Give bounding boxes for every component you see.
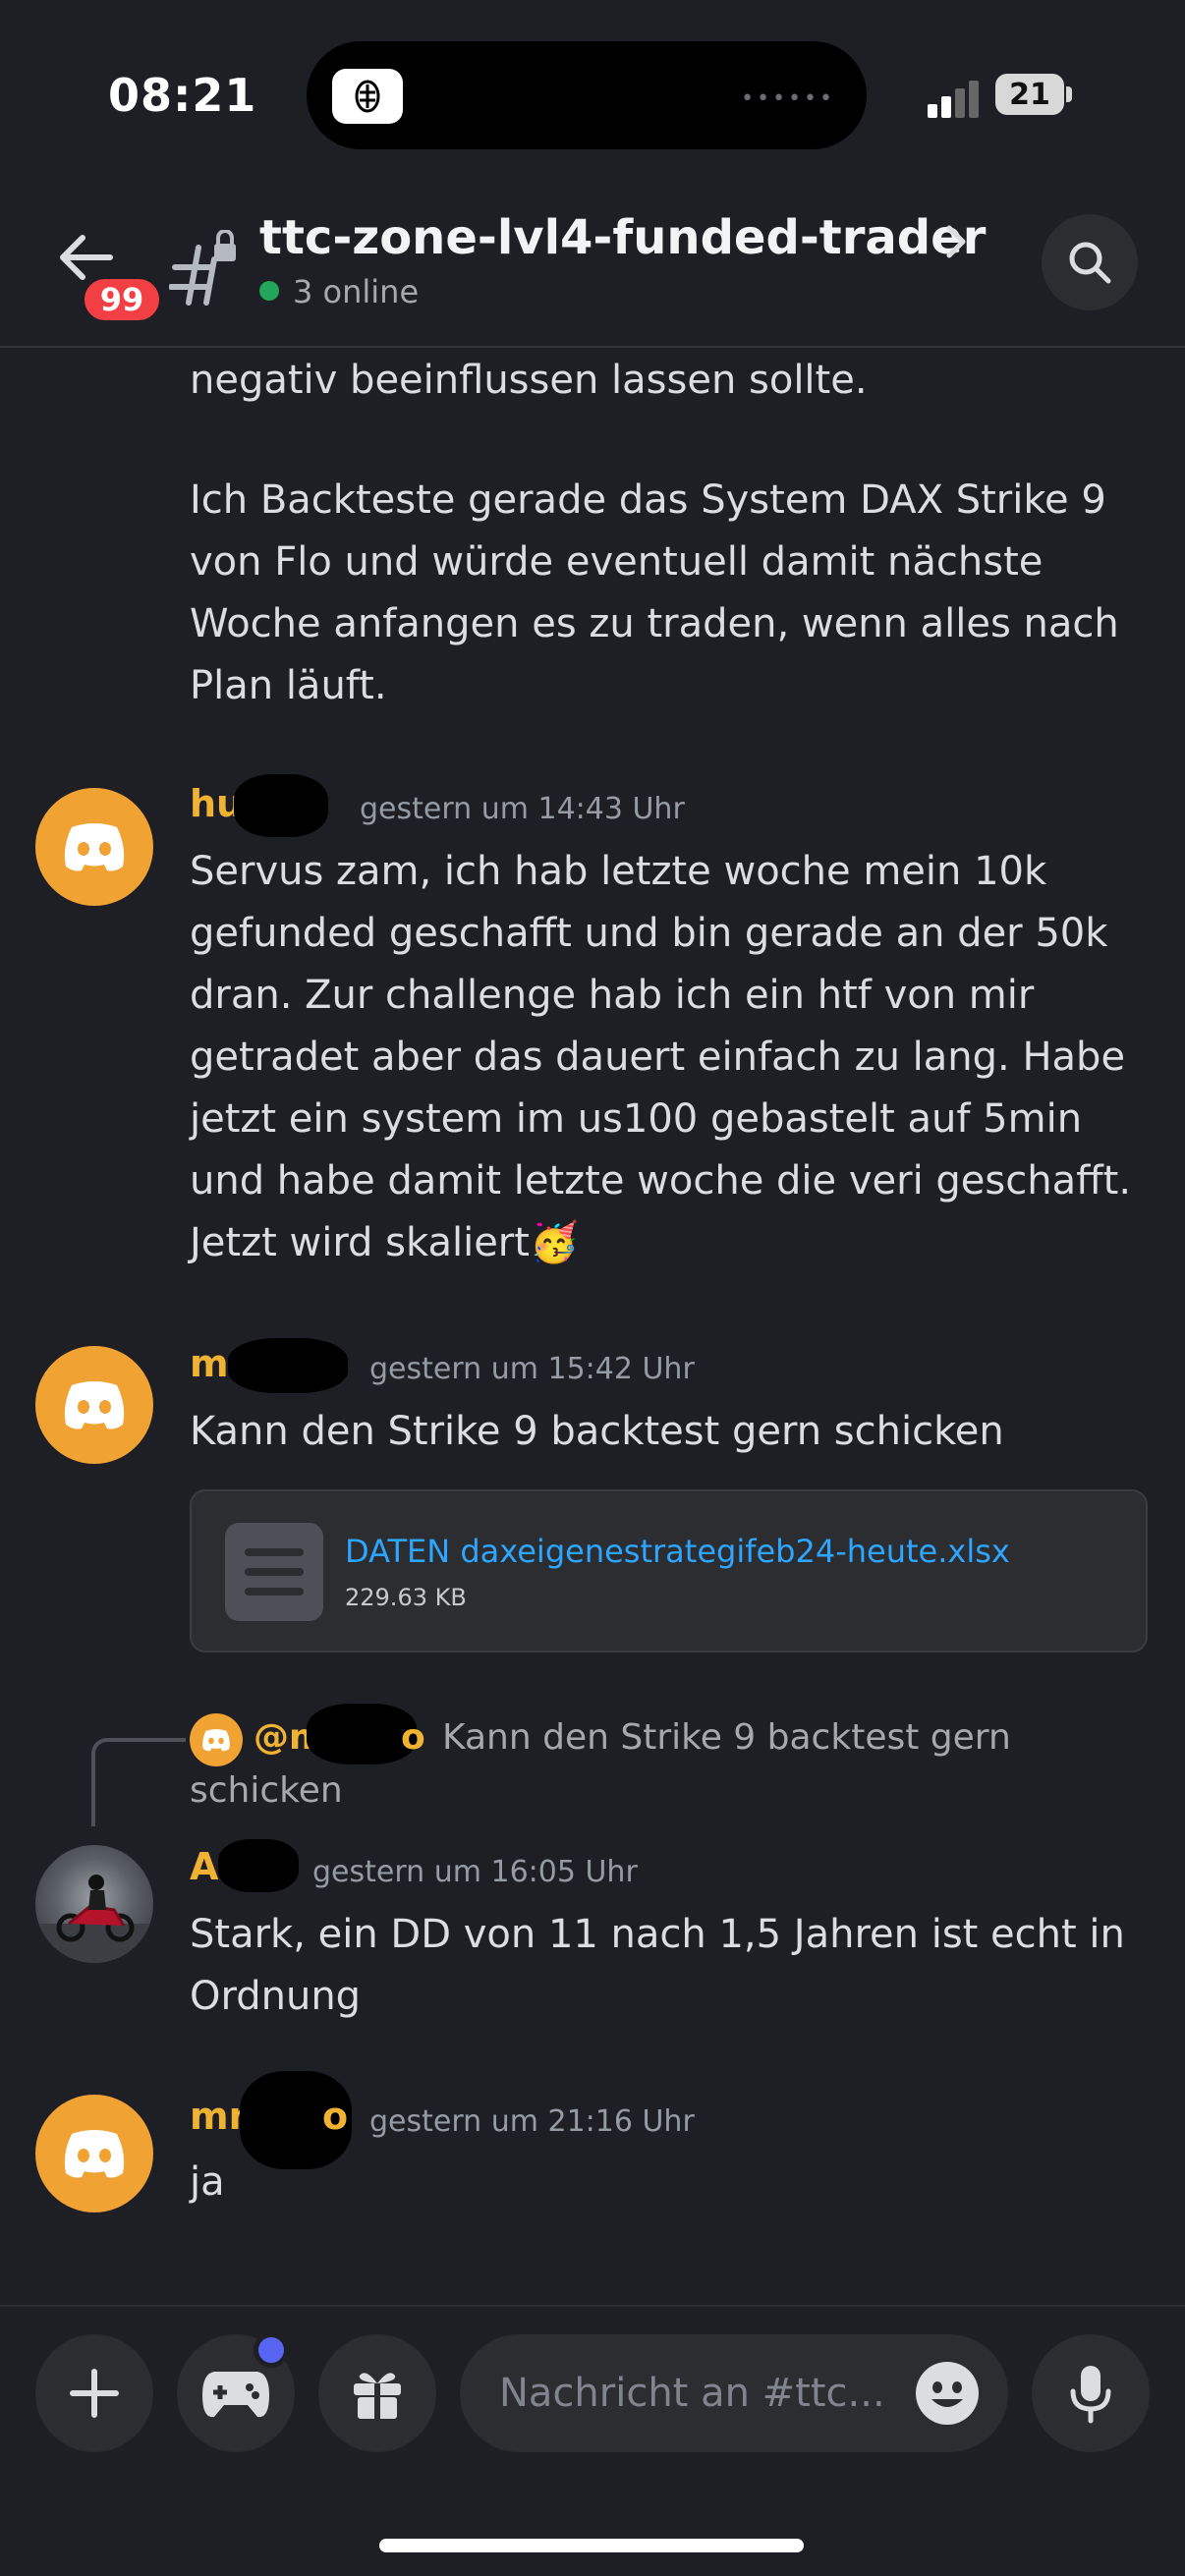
message-input[interactable] — [499, 2364, 912, 2423]
battery-indicator: 21 — [995, 74, 1064, 115]
gamepad-icon — [202, 2372, 269, 2418]
app-activity-icon — [332, 69, 403, 124]
microphone-icon — [1070, 2366, 1111, 2424]
message-text-line: gefunded geschafft und bin gerade an der… — [190, 911, 1108, 956]
timestamp: gestern um 16:05 Uhr — [312, 1855, 638, 1889]
timestamp: gestern um 15:42 Uhr — [369, 1352, 695, 1386]
timestamp: gestern um 21:16 Uhr — [369, 2104, 695, 2139]
username-end[interactable]: o — [322, 2095, 348, 2138]
reply-preview-cont[interactable]: schicken — [190, 1770, 343, 1811]
reply-avatar[interactable] — [190, 1713, 243, 1766]
message-text-line: negativ beeinflussen lassen sollte. — [190, 358, 868, 403]
status-bar: 08:21 •••••• 21 — [0, 0, 1185, 187]
gift-button[interactable] — [318, 2334, 436, 2452]
message-text: Kann den Strike 9 backtest gern schicken — [190, 1409, 1004, 1454]
message-text-line: dran. Zur challenge hab ich ein htf von … — [190, 973, 1035, 1018]
gift-icon — [354, 2373, 401, 2419]
message-text-line: Ordnung — [190, 1974, 362, 2019]
add-attachment-button[interactable] — [35, 2334, 153, 2452]
file-name-link[interactable]: DATEN daxeigenestrategifeb24-heute.xlsx — [345, 1533, 1010, 1570]
redaction-mark — [234, 774, 328, 837]
message-text: Jetzt wird skaliert — [190, 1220, 530, 1265]
channel-header: 99 ttc-zone-lvl4-funded-trader 3 online — [0, 187, 1185, 348]
reply-username-end[interactable]: o — [401, 1717, 425, 1758]
online-status-dot — [259, 281, 279, 301]
motorcycle-rider-photo-icon — [35, 1875, 153, 1963]
activity-notification-dot — [254, 2332, 289, 2368]
discord-logo-icon — [202, 1729, 230, 1752]
smiley-face-icon — [916, 2362, 979, 2425]
message-text-line: Woche anfangen es zu traden, wenn alles … — [190, 601, 1119, 646]
message-text-line: Servus zam, ich hab letzte woche mein 10… — [190, 849, 1047, 894]
discord-logo-icon — [64, 2130, 125, 2178]
reply-preview[interactable]: Kann den Strike 9 backtest gern — [442, 1717, 1011, 1758]
chevron-right-icon[interactable] — [941, 222, 971, 261]
message-input-wrapper — [460, 2334, 1008, 2452]
message-text-line: von Flo und würde eventuell damit nächst… — [190, 539, 1044, 585]
message-text-line: und habe damit letzte woche die veri ges… — [190, 1158, 1132, 1204]
message-list[interactable]: negativ beeinflussen lassen sollte. Ich … — [0, 350, 1185, 2305]
dynamic-island: •••••• — [307, 41, 867, 149]
plus-icon — [70, 2369, 119, 2418]
locked-channel-hash-icon — [168, 229, 240, 308]
unread-badge: 99 — [81, 275, 163, 324]
island-dots-icon: •••••• — [741, 86, 835, 111]
home-indicator[interactable] — [379, 2539, 804, 2552]
file-size: 229.63 KB — [345, 1584, 467, 1611]
redaction-mark — [228, 1338, 348, 1393]
search-icon — [1069, 242, 1111, 284]
search-button[interactable] — [1042, 214, 1138, 310]
message-text-line: getradet aber das dauert einfach zu lang… — [190, 1035, 1126, 1080]
timestamp: gestern um 14:43 Uhr — [360, 792, 685, 826]
signal-icon — [928, 79, 987, 118]
message-text: ja — [190, 2159, 225, 2205]
channel-title[interactable]: ttc-zone-lvl4-funded-trader — [259, 210, 986, 265]
discord-logo-icon — [64, 1381, 125, 1429]
clock: 08:21 — [108, 69, 257, 122]
avatar[interactable] — [35, 1346, 153, 1464]
discord-logo-icon — [64, 823, 125, 871]
online-count: 3 online — [293, 273, 420, 310]
message-text-line: Jetzt wird skaliert🥳 — [190, 1212, 1153, 1274]
battery-tip — [1066, 86, 1072, 102]
avatar[interactable] — [35, 1845, 153, 1963]
composer-bar — [0, 2305, 1185, 2576]
party-face-emoji[interactable]: 🥳 — [530, 1220, 579, 1265]
reply-connector — [91, 1738, 186, 1826]
message-text-line: jetzt ein system im us100 gebastelt auf … — [190, 1096, 1083, 1142]
voice-message-button[interactable] — [1032, 2334, 1150, 2452]
document-icon — [225, 1523, 323, 1621]
avatar[interactable] — [35, 788, 153, 906]
avatar[interactable] — [35, 2095, 153, 2212]
message-text-line: Stark, ein DD von 11 nach 1,5 Jahren ist… — [190, 1912, 1125, 1957]
emoji-button[interactable] — [914, 2360, 981, 2427]
username[interactable]: A — [190, 1845, 218, 1888]
message-text-line: Plan läuft. — [190, 663, 387, 708]
message-text-line: Ich Backteste gerade das System DAX Stri… — [190, 477, 1106, 523]
redaction-mark — [218, 1839, 299, 1892]
file-attachment[interactable]: DATEN daxeigenestrategifeb24-heute.xlsx … — [190, 1489, 1148, 1652]
